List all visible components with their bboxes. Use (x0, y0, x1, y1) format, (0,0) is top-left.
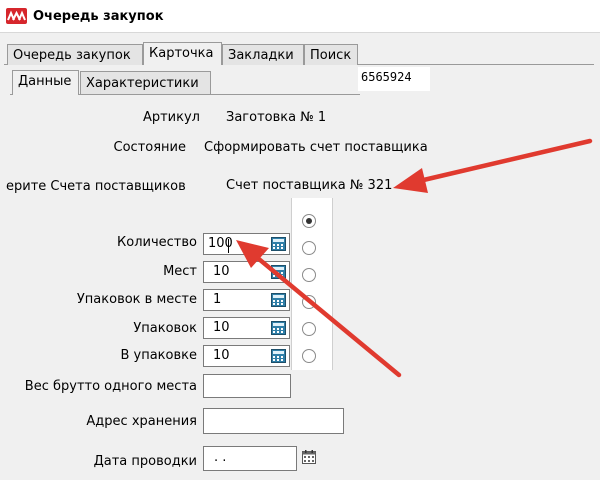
calendar-icon[interactable] (302, 450, 316, 464)
title-bar: Очередь закупок (0, 0, 600, 33)
record-id-field: 6565924 (358, 67, 430, 91)
tab-card[interactable]: Карточка (143, 42, 222, 65)
subtab-characteristics[interactable]: Характеристики (80, 71, 211, 94)
posting-date-input[interactable]: . . (203, 446, 297, 471)
tab-bookmarks[interactable]: Закладки (222, 44, 304, 65)
tab-purchase-queue[interactable]: Очередь закупок (7, 44, 143, 65)
packs-per-place-label: Упаковок в месте (76, 292, 197, 307)
radio-option-1[interactable] (302, 214, 316, 228)
invoice-value[interactable]: Счет поставщика № 321 (226, 178, 392, 193)
calculator-icon[interactable] (271, 349, 286, 363)
calculator-icon[interactable] (271, 321, 286, 335)
gross-weight-label: Вес брутто одного места (24, 379, 197, 394)
quantity-label: Количество (117, 235, 197, 250)
radio-option-6[interactable] (302, 349, 316, 363)
places-input[interactable]: 10 (203, 261, 290, 283)
quantity-input[interactable]: 100 (203, 233, 290, 255)
subtab-data[interactable]: Данные (12, 70, 79, 95)
packs-per-place-value: 1 (213, 292, 222, 307)
per-pack-value: 10 (213, 348, 230, 363)
radio-panel (291, 198, 333, 370)
radio-option-3[interactable] (302, 268, 316, 282)
app-logo-icon (6, 8, 27, 24)
storage-address-input[interactable] (203, 408, 344, 434)
radio-option-4[interactable] (302, 295, 316, 309)
per-pack-label: В упаковке (120, 348, 197, 363)
per-pack-input[interactable]: 10 (203, 345, 290, 367)
article-value: Заготовка № 1 (226, 110, 327, 125)
state-label: Состояние (113, 140, 186, 155)
calculator-icon[interactable] (271, 265, 286, 279)
quantity-value: 100 (208, 236, 233, 251)
calculator-icon[interactable] (271, 237, 286, 251)
record-id: 6565924 (361, 70, 412, 84)
radio-option-2[interactable] (302, 241, 316, 255)
packs-per-place-input[interactable]: 1 (203, 289, 290, 311)
calculator-icon[interactable] (271, 293, 286, 307)
storage-address-label: Адрес хранения (86, 414, 197, 429)
invoice-label: ерите Счета поставщиков (6, 179, 186, 194)
places-label: Мест (163, 264, 197, 279)
packs-value: 10 (213, 320, 230, 335)
radio-option-5[interactable] (302, 322, 316, 336)
posting-date-value: . . (214, 450, 227, 465)
gross-weight-input[interactable] (203, 374, 291, 398)
tab-search[interactable]: Поиск (304, 44, 358, 65)
places-value: 10 (213, 264, 230, 279)
article-label: Артикул (142, 110, 200, 125)
text-caret (228, 239, 229, 253)
window-title: Очередь закупок (33, 9, 164, 24)
posting-date-label: Дата проводки (93, 454, 197, 469)
packs-input[interactable]: 10 (203, 317, 290, 339)
state-value: Сформировать счет поставщика (204, 140, 428, 155)
packs-label: Упаковок (133, 321, 197, 336)
